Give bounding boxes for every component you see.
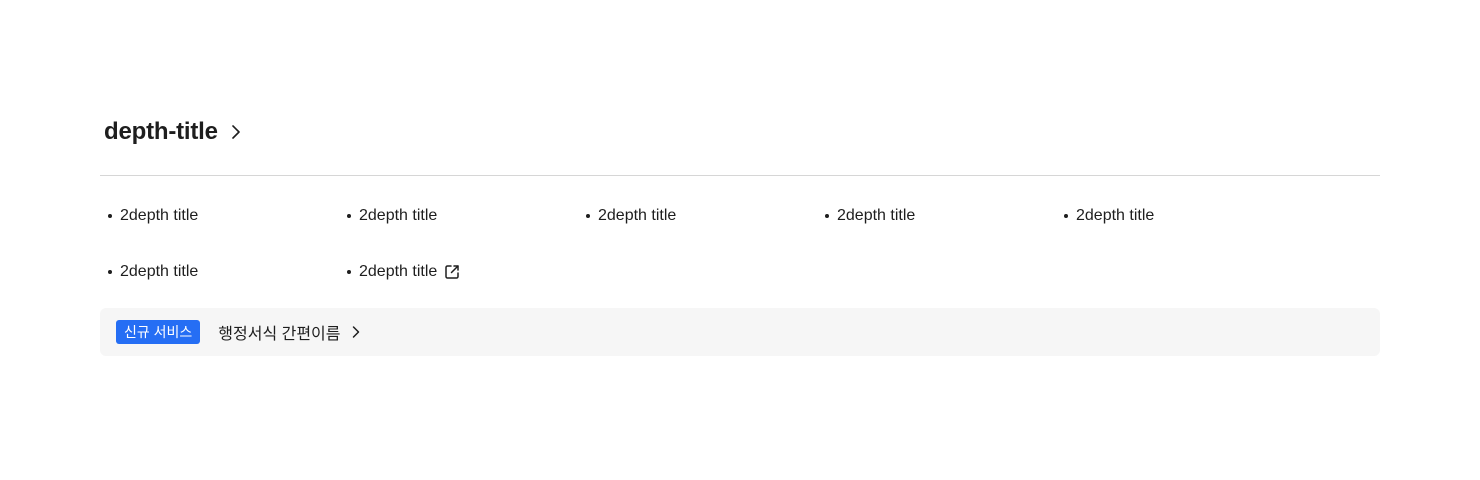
bullet-dot-icon [108, 270, 112, 274]
sub-menu-item[interactable]: 2depth title [817, 188, 1056, 244]
sub-menu-item[interactable]: 2depth title [339, 188, 578, 244]
bullet-dot-icon [1064, 214, 1068, 218]
sub-menu-item[interactable]: 2depth title [1056, 188, 1295, 244]
sub-menu-item[interactable]: 2depth title [100, 244, 339, 300]
chevron-right-icon [349, 325, 363, 339]
service-link-label: 행정서식 간편이름 [218, 326, 341, 343]
chevron-right-icon [228, 124, 244, 140]
sub-menu-label: 2depth title [359, 263, 438, 280]
bullet-dot-icon [586, 214, 590, 218]
sub-menu-list: 2depth title 2depth title 2depth title 2… [100, 188, 1380, 300]
depth-title: depth-title [104, 118, 218, 145]
sub-menu-label: 2depth title [120, 263, 199, 280]
sub-menu-label: 2depth title [359, 207, 438, 224]
sub-menu-label: 2depth title [837, 207, 916, 224]
sub-menu-item-external[interactable]: 2depth title [339, 244, 578, 300]
bullet-dot-icon [347, 214, 351, 218]
sub-menu-label: 2depth title [1076, 207, 1155, 224]
sub-menu-label: 2depth title [120, 207, 199, 224]
external-link-icon [443, 263, 461, 281]
sub-menu-item[interactable]: 2depth title [578, 188, 817, 244]
sub-menu-label: 2depth title [598, 207, 677, 224]
new-service-bar: 신규 서비스 행정서식 간편이름 [100, 308, 1380, 356]
bullet-dot-icon [347, 270, 351, 274]
menu-section: depth-title 2depth title 2depth title 2d… [100, 110, 1380, 356]
new-service-badge: 신규 서비스 [116, 320, 201, 344]
bullet-dot-icon [108, 214, 112, 218]
service-link[interactable]: 행정서식 간편이름 [218, 320, 362, 344]
sub-menu-item[interactable]: 2depth title [100, 188, 339, 244]
depth-title-link[interactable]: depth-title [100, 110, 1380, 154]
bullet-dot-icon [825, 214, 829, 218]
divider [100, 175, 1380, 176]
